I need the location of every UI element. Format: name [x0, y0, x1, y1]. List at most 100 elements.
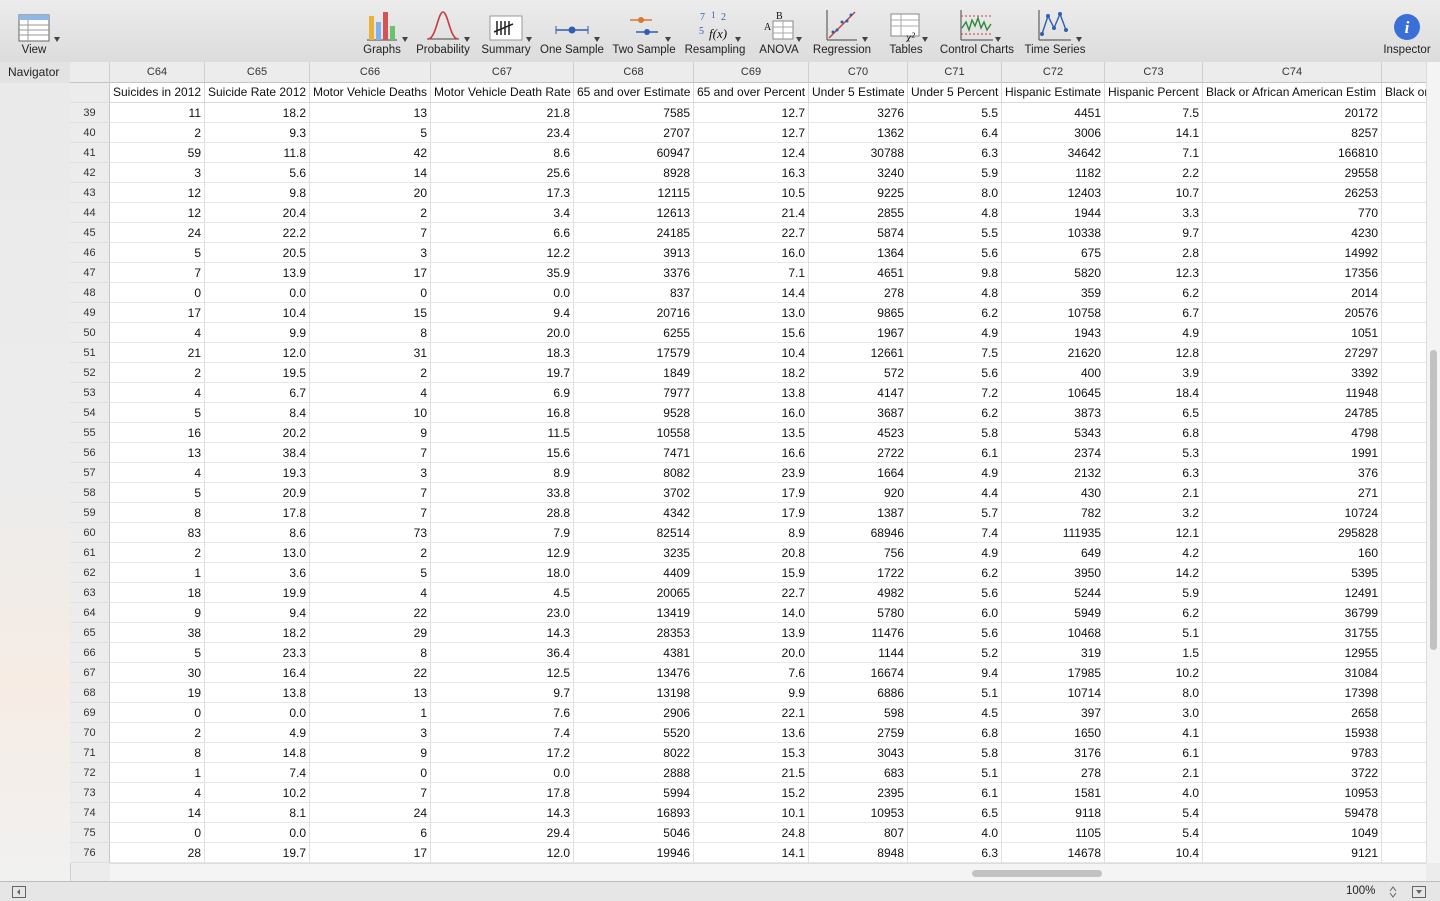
data-cell[interactable]: 13.5 [694, 423, 809, 443]
data-cell[interactable]: 19.3 [205, 463, 310, 483]
horizontal-scrollbar[interactable] [110, 863, 1426, 882]
data-cell[interactable]: 29 [310, 623, 431, 643]
data-cell[interactable]: 1664 [809, 463, 908, 483]
data-cell[interactable]: 8.9 [431, 463, 574, 483]
data-cell[interactable]: 4.9 [908, 543, 1002, 563]
data-cell[interactable]: 6.3 [1105, 463, 1203, 483]
data-cell[interactable]: 1.5 [1105, 643, 1203, 663]
data-cell[interactable]: 16893 [574, 803, 694, 823]
column-header[interactable]: C67 [431, 62, 574, 83]
data-cell[interactable]: 21.5 [694, 763, 809, 783]
data-cell[interactable]: 4.5 [908, 703, 1002, 723]
data-cell[interactable]: 9121 [1203, 843, 1382, 863]
one-sample-button[interactable]: One Sample [538, 6, 606, 60]
data-cell[interactable]: 1051 [1203, 323, 1382, 343]
data-cell[interactable]: 10.2 [205, 783, 310, 803]
data-cell[interactable]: 18.4 [1105, 383, 1203, 403]
data-cell[interactable]: 1049 [1203, 823, 1382, 843]
data-cell[interactable]: 9.3 [205, 123, 310, 143]
data-cell[interactable]: 1 [110, 563, 205, 583]
row-number[interactable]: 46 [70, 243, 110, 263]
data-cell[interactable]: 15.6 [431, 443, 574, 463]
data-cell[interactable]: 14.3 [431, 803, 574, 823]
data-cell[interactable]: 10468 [1002, 623, 1105, 643]
data-cell[interactable]: 18.2 [694, 363, 809, 383]
data-cell[interactable]: 6.1 [908, 783, 1002, 803]
data-cell[interactable]: 21.4 [694, 203, 809, 223]
data-cell[interactable]: 9.9 [694, 683, 809, 703]
data-cell[interactable]: 4.9 [205, 723, 310, 743]
data-cell[interactable]: 16.6 [694, 443, 809, 463]
data-cell[interactable]: 2 [310, 363, 431, 383]
data-cell[interactable]: 7.9 [431, 523, 574, 543]
horizontal-scroll-thumb[interactable] [972, 870, 1102, 877]
data-cell[interactable]: 18.0 [431, 563, 574, 583]
data-cell[interactable]: 3176 [1002, 743, 1105, 763]
data-cell[interactable]: 22 [310, 663, 431, 683]
data-cell[interactable] [1382, 783, 1426, 803]
data-cell[interactable]: 17.3 [431, 183, 574, 203]
data-cell[interactable]: 3 [310, 723, 431, 743]
data-cell[interactable] [1382, 603, 1426, 623]
data-cell[interactable]: 15.2 [694, 783, 809, 803]
data-cell[interactable]: 14.1 [694, 843, 809, 863]
data-cell[interactable]: 5.6 [908, 243, 1002, 263]
data-cell[interactable]: 12403 [1002, 183, 1105, 203]
data-cell[interactable]: 4.8 [908, 283, 1002, 303]
data-cell[interactable]: 8.0 [908, 183, 1002, 203]
data-cell[interactable]: 11.5 [431, 423, 574, 443]
data-cell[interactable]: 10953 [1203, 783, 1382, 803]
data-cell[interactable]: 5.9 [908, 163, 1002, 183]
data-cell[interactable]: 5.4 [1105, 823, 1203, 843]
data-cell[interactable] [1382, 243, 1426, 263]
data-cell[interactable]: 14.3 [431, 623, 574, 643]
data-cell[interactable]: 8022 [574, 743, 694, 763]
data-cell[interactable]: 295828 [1203, 523, 1382, 543]
data-cell[interactable]: 5.6 [908, 623, 1002, 643]
data-cell[interactable] [1382, 463, 1426, 483]
data-cell[interactable]: 23.0 [431, 603, 574, 623]
data-cell[interactable]: 6.2 [1105, 603, 1203, 623]
data-cell[interactable]: 4230 [1203, 223, 1382, 243]
data-cell[interactable]: 8.1 [205, 803, 310, 823]
data-cell[interactable]: 22.2 [205, 223, 310, 243]
data-cell[interactable]: 20.2 [205, 423, 310, 443]
data-cell[interactable]: 3 [110, 163, 205, 183]
data-cell[interactable]: 2658 [1203, 703, 1382, 723]
data-cell[interactable] [1382, 483, 1426, 503]
data-cell[interactable]: 13.8 [205, 683, 310, 703]
data-cell[interactable]: 31084 [1203, 663, 1382, 683]
data-cell[interactable]: 7.4 [431, 723, 574, 743]
data-cell[interactable]: 0 [110, 703, 205, 723]
data-cell[interactable]: 2.2 [1105, 163, 1203, 183]
data-cell[interactable]: 0.0 [431, 763, 574, 783]
data-cell[interactable]: 4.5 [431, 583, 574, 603]
data-cell[interactable]: 12955 [1203, 643, 1382, 663]
row-number[interactable]: 60 [70, 523, 110, 543]
row-number[interactable]: 54 [70, 403, 110, 423]
variable-name-cell[interactable]: Hispanic Estimate [1002, 83, 1105, 103]
data-cell[interactable]: 9225 [809, 183, 908, 203]
data-cell[interactable]: 6.7 [205, 383, 310, 403]
data-cell[interactable]: 5820 [1002, 263, 1105, 283]
resampling-button[interactable]: 7 1 2 5 f(x) Resampling [683, 6, 747, 60]
data-cell[interactable]: 7.5 [1105, 103, 1203, 123]
data-cell[interactable]: 26253 [1203, 183, 1382, 203]
data-cell[interactable]: 18 [110, 583, 205, 603]
data-cell[interactable]: 35.9 [431, 263, 574, 283]
data-cell[interactable]: 20.8 [694, 543, 809, 563]
data-cell[interactable]: 14.8 [205, 743, 310, 763]
data-cell[interactable]: 17.2 [431, 743, 574, 763]
data-cell[interactable]: 5520 [574, 723, 694, 743]
data-cell[interactable]: 2.8 [1105, 243, 1203, 263]
row-number[interactable]: 67 [70, 663, 110, 683]
data-cell[interactable]: 13 [110, 443, 205, 463]
data-cell[interactable]: 33.8 [431, 483, 574, 503]
data-cell[interactable]: 28.8 [431, 503, 574, 523]
data-cell[interactable]: 24 [110, 223, 205, 243]
data-cell[interactable]: 7471 [574, 443, 694, 463]
data-cell[interactable]: 12 [110, 203, 205, 223]
column-header[interactable]: C74 [1203, 62, 1382, 83]
data-cell[interactable] [1382, 583, 1426, 603]
data-cell[interactable]: 1 [110, 763, 205, 783]
